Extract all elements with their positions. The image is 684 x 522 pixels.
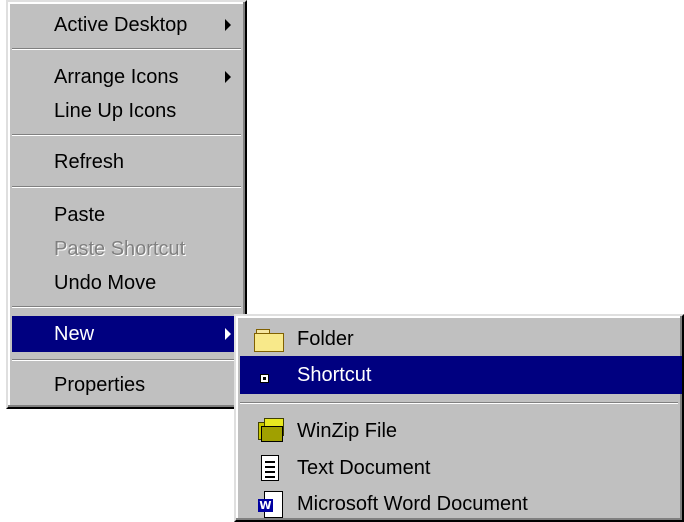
winzip-icon [258, 418, 284, 442]
menu-item-properties[interactable]: Properties [12, 368, 241, 402]
menu-item-paste-shortcut: Paste Shortcut [12, 232, 241, 266]
submenu-arrow-icon [225, 328, 231, 340]
menu-item-label: Paste [54, 204, 106, 226]
submenu-arrow-icon [225, 71, 231, 83]
menu-item-label: Undo Move [54, 272, 157, 294]
submenu-item-folder[interactable]: Folder [240, 320, 682, 358]
menu-separator [240, 402, 678, 404]
menu-item-label: Arrange Icons [54, 66, 179, 88]
shortcut-icon [260, 374, 269, 383]
word-document-icon: W [258, 491, 283, 518]
submenu-item-label: Microsoft Word Document [297, 493, 528, 515]
menu-item-label: Paste Shortcut [54, 238, 186, 260]
menu-separator [12, 134, 241, 136]
folder-icon [254, 329, 284, 352]
new-submenu: Folder Shortcut WinZip File Text Documen… [234, 314, 684, 522]
submenu-item-winzip-file[interactable]: WinZip File [240, 412, 682, 450]
submenu-arrow-icon [225, 19, 231, 31]
submenu-item-label: WinZip File [297, 420, 398, 442]
submenu-item-label: Shortcut [297, 364, 372, 386]
menu-separator [12, 359, 241, 361]
text-document-icon [261, 455, 279, 481]
menu-item-label: Refresh [54, 151, 125, 173]
menu-item-label: Active Desktop [54, 14, 188, 36]
menu-item-label: Line Up Icons [54, 100, 177, 122]
menu-item-paste[interactable]: Paste [12, 198, 241, 232]
menu-item-undo-move[interactable]: Undo Move [12, 266, 241, 300]
submenu-item-word-document[interactable]: W Microsoft Word Document [240, 486, 682, 520]
menu-separator [12, 186, 241, 188]
submenu-item-shortcut[interactable]: Shortcut [240, 356, 682, 394]
menu-separator [12, 306, 241, 308]
submenu-item-text-document[interactable]: Text Document [240, 450, 682, 486]
menu-item-new[interactable]: New [12, 316, 241, 352]
menu-item-line-up-icons[interactable]: Line Up Icons [12, 94, 241, 128]
submenu-item-label: Text Document [297, 457, 431, 479]
desktop-context-menu: Active Desktop Arrange Icons Line Up Ico… [6, 0, 247, 409]
submenu-item-label: Folder [297, 328, 354, 350]
menu-item-refresh[interactable]: Refresh [12, 145, 241, 179]
menu-item-label: Properties [54, 374, 146, 396]
menu-item-active-desktop[interactable]: Active Desktop [12, 8, 241, 42]
menu-item-label: New [54, 323, 95, 345]
menu-item-arrange-icons[interactable]: Arrange Icons [12, 60, 241, 94]
menu-separator [12, 48, 241, 50]
